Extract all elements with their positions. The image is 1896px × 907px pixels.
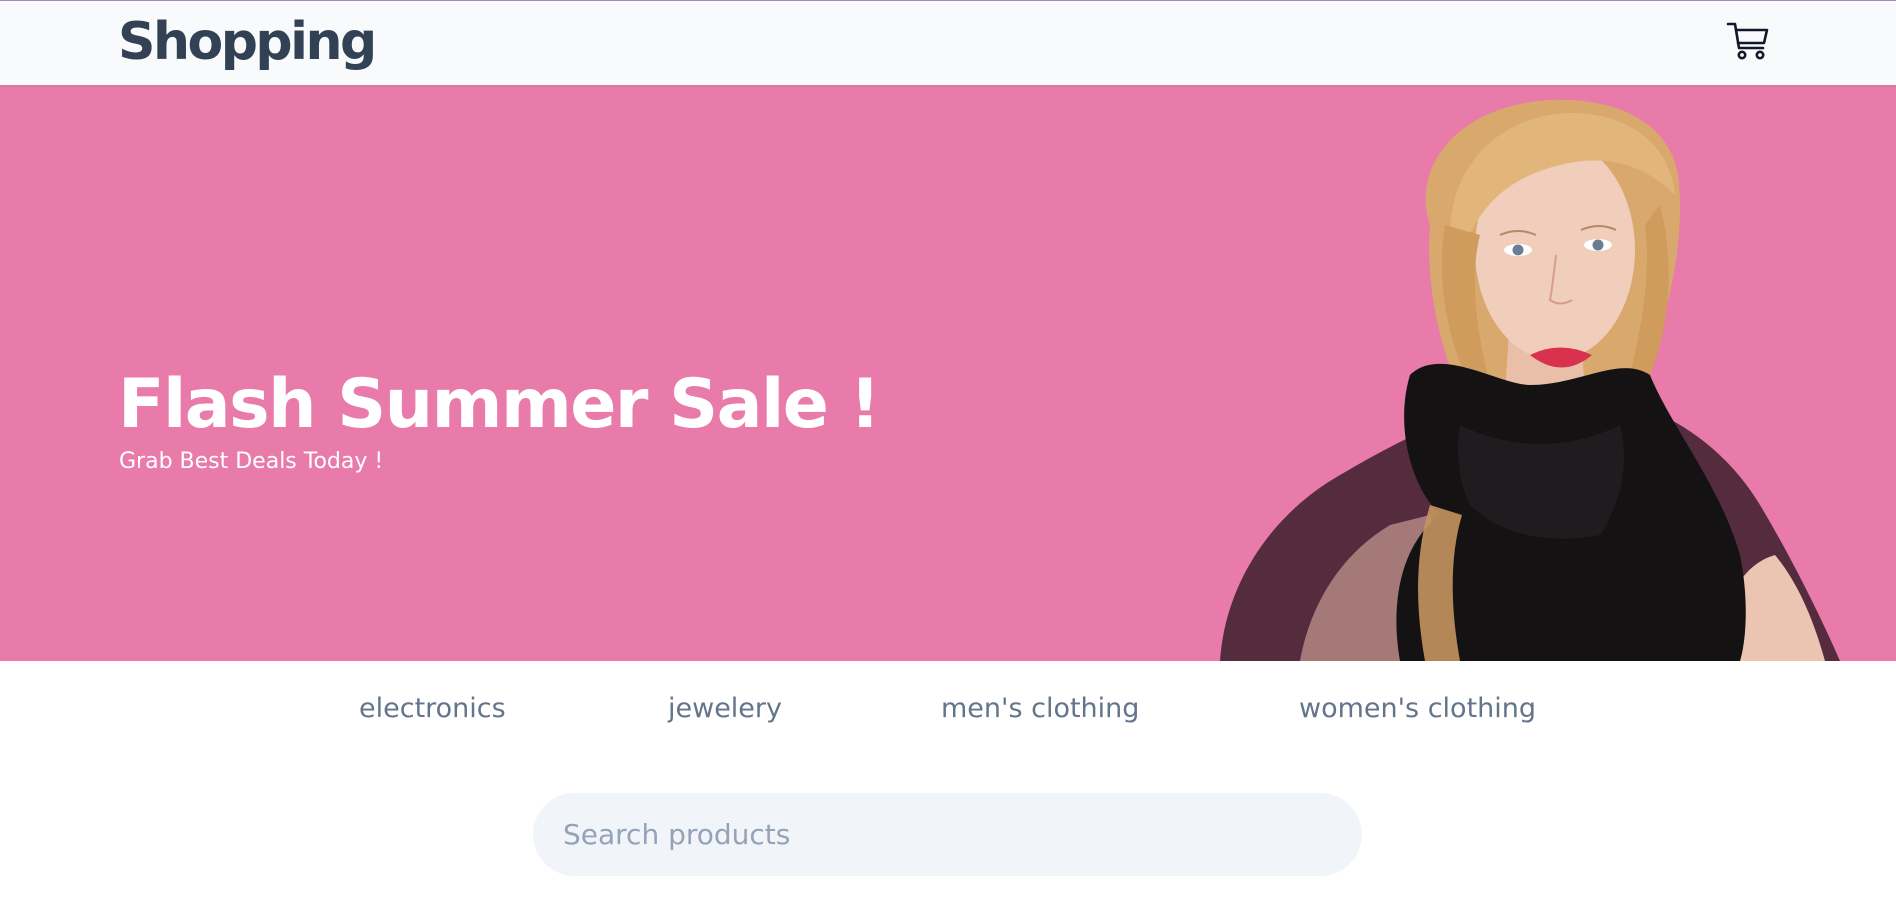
search-input[interactable] (563, 793, 1333, 876)
logo[interactable]: Shopping (118, 10, 377, 74)
site-header: Shopping (0, 1, 1896, 85)
hero-title: Flash Summer Sale ! (118, 365, 881, 444)
hero-subtitle: Grab Best Deals Today ! (119, 449, 384, 474)
shopping-cart-icon[interactable] (1726, 20, 1770, 64)
category-nav: electronics jewelery men's clothing wome… (0, 661, 1896, 761)
category-jewelery[interactable]: jewelery (668, 691, 782, 727)
hero-banner: Flash Summer Sale ! Grab Best Deals Toda… (0, 85, 1896, 661)
category-electronics[interactable]: electronics (359, 691, 506, 727)
search-bar (533, 793, 1362, 876)
hero-model-image (1220, 99, 1840, 661)
category-mens-clothing[interactable]: men's clothing (941, 691, 1139, 727)
category-womens-clothing[interactable]: women's clothing (1299, 691, 1536, 727)
